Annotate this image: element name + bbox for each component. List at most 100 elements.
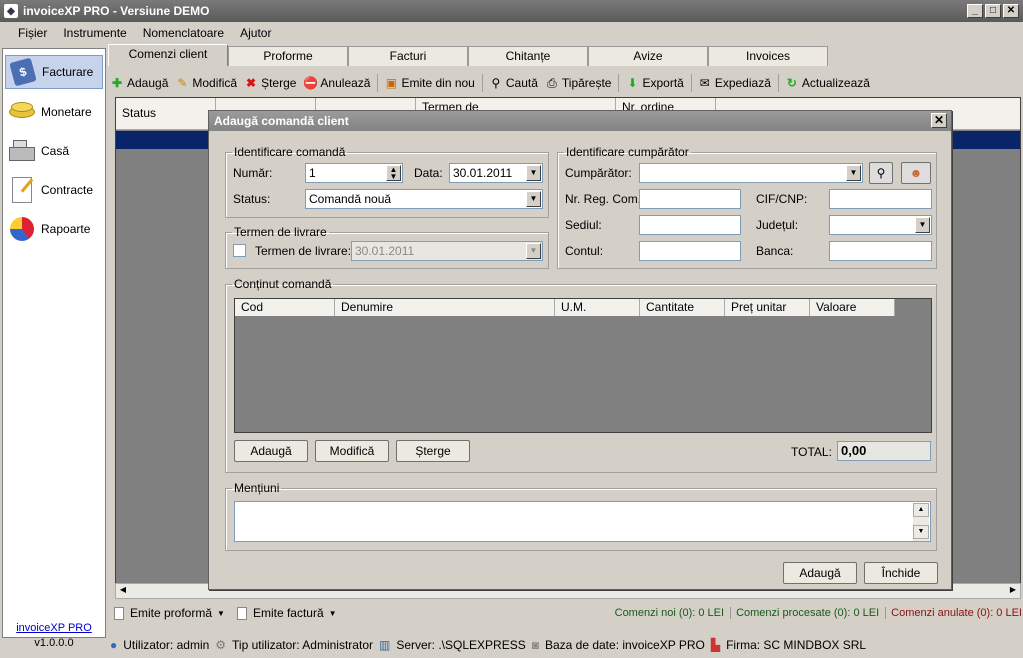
plus-icon: ✚ [111, 76, 123, 90]
scroll-up-icon[interactable]: ▲ [913, 503, 929, 517]
status-select[interactable]: Comandă nouă ▼ [305, 189, 543, 209]
cif-field[interactable] [829, 189, 932, 209]
toolbar-separator [690, 74, 692, 92]
sidebar-item-rapoarte[interactable]: Rapoarte [5, 212, 103, 246]
factory-icon: ▙ [710, 638, 721, 652]
tab-proforme[interactable]: Proforme [228, 46, 348, 66]
delivery-term-label: Termen de livrare: [255, 244, 352, 258]
search-icon: ⚲ [491, 76, 501, 90]
reissue-button[interactable]: ▣ Emite din nou [384, 76, 475, 90]
status-server: Server: .\SQLEXPRESS [396, 638, 526, 652]
tab-facturi[interactable]: Facturi [348, 46, 468, 66]
vertical-scrollbar[interactable]: ▲ ▼ [913, 503, 929, 541]
search-button[interactable]: ⚲ Caută [489, 76, 537, 90]
tab-chitante[interactable]: Chitanțe [468, 46, 588, 66]
export-button[interactable]: ⬇ Exportă [625, 76, 683, 90]
address-field[interactable] [639, 215, 741, 235]
send-button[interactable]: ✉ Expediază [698, 76, 771, 90]
account-field[interactable] [639, 241, 741, 261]
col-um[interactable]: U.M. [555, 299, 640, 316]
reg-com-field[interactable] [639, 189, 741, 209]
chevron-down-icon[interactable]: ▼ [526, 243, 541, 259]
tab-invoices[interactable]: Invoices [708, 46, 828, 66]
refresh-button[interactable]: ↻ Actualizează [785, 76, 870, 90]
chevron-down-icon[interactable]: ▼ [915, 217, 930, 233]
bank-field[interactable] [829, 241, 932, 261]
chevron-down-icon[interactable]: ▼ [526, 165, 541, 181]
mentions-textarea[interactable]: ▲ ▼ [234, 501, 931, 542]
chevron-down-icon[interactable]: ▼ [526, 191, 541, 207]
order-items-grid[interactable]: Cod Denumire U.M. Cantitate Preț unitar … [234, 298, 932, 433]
people-icon: ☻ [909, 166, 923, 180]
number-label: Număr: [233, 166, 273, 180]
spin-icon[interactable]: ▲ ▼ [386, 165, 401, 181]
pencil-icon: ✎ [177, 76, 188, 90]
close-window-button[interactable]: ✕ [1003, 4, 1019, 18]
emite-factura-button[interactable]: Emite factură ▼ [236, 606, 337, 620]
delivery-term-checkbox[interactable] [233, 244, 246, 257]
cancel-button[interactable]: ⛔ Anulează [303, 76, 370, 90]
cif-label: CIF/CNP: [756, 192, 808, 206]
sidebar-item-monetare[interactable]: Monetare [5, 95, 103, 129]
dialog-close-text-button[interactable]: Închide [864, 562, 938, 584]
group-legend: Identificare cumpărător [566, 145, 689, 159]
toolbar: ✚ Adaugă ✎ Modifică ✖ Șterge ⛔ Anulează ▣ Emi… [110, 71, 1020, 95]
coins-icon [7, 98, 37, 126]
app-icon: ◆ [4, 4, 18, 18]
delete-button[interactable]: ✖ Șterge [244, 76, 296, 90]
bottom-bar: Emite proformă ▼ Emite factură ▼ Comenzi n… [110, 602, 1022, 624]
county-select[interactable]: ▼ [829, 215, 932, 235]
scroll-down-icon[interactable]: ▼ [913, 525, 929, 539]
dialog-add-button[interactable]: Adaugă [783, 562, 857, 584]
menu-bar: Fișier Instrumente Nomenclatoare Ajutor [0, 23, 1023, 43]
print-button[interactable]: ⎙ Tipărește [545, 76, 611, 90]
scroll-right-icon[interactable]: ▶ [1007, 585, 1019, 597]
menu-instrumente[interactable]: Instrumente [63, 26, 136, 40]
emite-proforma-button[interactable]: Emite proformă ▼ [110, 606, 225, 620]
chevron-down-icon: ▼ [328, 608, 337, 618]
date-field[interactable]: 30.01.2011 ▼ [449, 163, 543, 183]
date-label: Data: [414, 166, 443, 180]
minimize-button[interactable]: _ [967, 4, 983, 18]
customer-select[interactable]: ▼ [639, 163, 863, 183]
database-icon: ◙ [531, 638, 539, 652]
col-cod[interactable]: Cod [235, 299, 335, 316]
scroll-left-icon[interactable]: ◀ [117, 585, 129, 597]
sidebar-item-label: Facturare [42, 65, 94, 79]
menu-ajutor[interactable]: Ajutor [240, 26, 281, 40]
delivery-date-field[interactable]: 30.01.2011 ▼ [351, 241, 543, 261]
total-label: TOTAL: [791, 445, 832, 459]
col-valoare[interactable]: Valoare [810, 299, 895, 316]
edit-button[interactable]: ✎ Modifică [175, 76, 237, 90]
tab-comenzi-client[interactable]: Comenzi client [108, 44, 228, 66]
add-order-dialog: Adaugă comandă client ✕ Identificare com… [208, 110, 952, 590]
col-status[interactable]: Status [116, 98, 216, 130]
chevron-down-icon[interactable]: ▼ [846, 165, 861, 181]
number-field[interactable]: 1 ▲ ▼ [305, 163, 403, 183]
x-icon: ✖ [246, 76, 257, 90]
tab-avize[interactable]: Avize [588, 46, 708, 66]
delete-item-button[interactable]: Șterge [396, 440, 470, 462]
product-link[interactable]: invoiceXP PRO [2, 622, 106, 634]
menu-nomenclatoare[interactable]: Nomenclatoare [143, 26, 234, 40]
edit-item-button[interactable]: Modifică [315, 440, 389, 462]
version-number: v1.0.0.0 [34, 637, 74, 649]
sidebar-item-contracte[interactable]: Contracte [5, 173, 103, 207]
maximize-button[interactable]: □ [985, 4, 1001, 18]
status-label: Status: [233, 192, 271, 206]
package-icon: ▣ [385, 76, 398, 90]
stop-icon: ⛔ [303, 76, 319, 90]
search-customer-button[interactable]: ⚲ [869, 162, 893, 184]
menu-fisier[interactable]: Fișier [18, 26, 57, 40]
col-pret-unitar[interactable]: Preț unitar [725, 299, 810, 316]
add-item-button[interactable]: Adaugă [234, 440, 308, 462]
add-button[interactable]: ✚ Adaugă [110, 76, 168, 90]
customers-button[interactable]: ☻ [901, 162, 931, 184]
server-icon: ▥ [378, 638, 391, 652]
sidebar-item-label: Rapoarte [41, 222, 91, 236]
col-denumire[interactable]: Denumire [335, 299, 555, 316]
col-cantitate[interactable]: Cantitate [640, 299, 725, 316]
dialog-close-button[interactable]: ✕ [931, 113, 947, 128]
sidebar-item-casa[interactable]: Casă [5, 134, 103, 168]
sidebar-item-facturare[interactable]: $ Facturare [5, 55, 103, 89]
